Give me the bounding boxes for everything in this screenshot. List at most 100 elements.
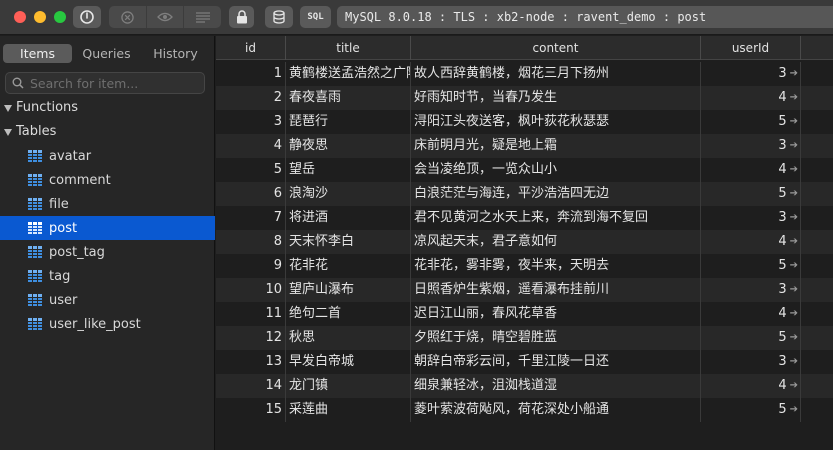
cell-userid[interactable]: 5 ➔	[701, 182, 801, 206]
cell-userid[interactable]: 4 ➔	[701, 158, 801, 182]
tab-history[interactable]: History	[141, 44, 210, 63]
cell-content[interactable]: 菱叶萦波荷飐风，荷花深处小船通	[411, 398, 701, 422]
cell-title[interactable]: 浪淘沙	[286, 182, 411, 206]
connection-status-button[interactable]	[73, 6, 101, 28]
cell-userid[interactable]: 3 ➔	[701, 134, 801, 158]
sidebar-item-post-tag[interactable]: post_tag	[0, 240, 215, 264]
cell-title[interactable]: 静夜思	[286, 134, 411, 158]
cell-id[interactable]: 4	[216, 134, 286, 158]
functions-section[interactable]: Functions	[4, 98, 78, 118]
cell-userid[interactable]: 4 ➔	[701, 302, 801, 326]
foreign-key-arrow-icon[interactable]: ➔	[790, 326, 798, 350]
foreign-key-arrow-icon[interactable]: ➔	[790, 374, 798, 398]
foreign-key-arrow-icon[interactable]: ➔	[790, 62, 798, 86]
table-row[interactable]: 15 采莲曲 菱叶萦波荷飐风，荷花深处小船通 5 ➔	[216, 398, 833, 422]
cell-id[interactable]: 12	[216, 326, 286, 350]
table-row[interactable]: 10 望庐山瀑布 日照香炉生紫烟，遥看瀑布挂前川 3 ➔	[216, 278, 833, 302]
foreign-key-arrow-icon[interactable]: ➔	[790, 278, 798, 302]
foreign-key-arrow-icon[interactable]: ➔	[790, 110, 798, 134]
foreign-key-arrow-icon[interactable]: ➔	[790, 302, 798, 326]
cell-id[interactable]: 14	[216, 374, 286, 398]
cell-content[interactable]: 细泉兼轻冰，沮洳栈道湿	[411, 374, 701, 398]
cell-id[interactable]: 13	[216, 350, 286, 374]
cell-content[interactable]: 床前明月光，疑是地上霜	[411, 134, 701, 158]
cell-id[interactable]: 11	[216, 302, 286, 326]
sidebar-item-user[interactable]: user	[0, 288, 215, 312]
table-row[interactable]: 13 早发白帝城 朝辞白帝彩云间，千里江陵一日还 3 ➔	[216, 350, 833, 374]
tab-queries[interactable]: Queries	[72, 44, 141, 63]
cell-title[interactable]: 绝句二首	[286, 302, 411, 326]
cell-id[interactable]: 9	[216, 254, 286, 278]
cell-id[interactable]: 1	[216, 62, 286, 86]
column-header-title[interactable]: title	[286, 36, 411, 60]
cell-userid[interactable]: 4 ➔	[701, 230, 801, 254]
sidebar-item-tag[interactable]: tag	[0, 264, 215, 288]
cell-title[interactable]: 黄鹤楼送孟浩然之广陵	[286, 62, 411, 86]
foreign-key-arrow-icon[interactable]: ➔	[790, 254, 798, 278]
column-header-id[interactable]: id	[216, 36, 286, 60]
cell-id[interactable]: 15	[216, 398, 286, 422]
foreign-key-arrow-icon[interactable]: ➔	[790, 398, 798, 422]
foreign-key-arrow-icon[interactable]: ➔	[790, 134, 798, 158]
table-row[interactable]: 1 黄鹤楼送孟浩然之广陵 故人西辞黄鹤楼，烟花三月下扬州 3 ➔	[216, 62, 833, 86]
column-header-content[interactable]: content	[411, 36, 701, 60]
table-row[interactable]: 14 龙门镇 细泉兼轻冰，沮洳栈道湿 4 ➔	[216, 374, 833, 398]
table-row[interactable]: 9 花非花 花非花，雾非雾，夜半来，天明去 5 ➔	[216, 254, 833, 278]
cell-content[interactable]: 浔阳江头夜送客，枫叶荻花秋瑟瑟	[411, 110, 701, 134]
sidebar-item-user-like-post[interactable]: user_like_post	[0, 312, 215, 336]
cell-content[interactable]: 故人西辞黄鹤楼，烟花三月下扬州	[411, 62, 701, 86]
minimize-window-button[interactable]	[34, 11, 46, 23]
cell-title[interactable]: 花非花	[286, 254, 411, 278]
close-window-button[interactable]	[14, 11, 26, 23]
cell-title[interactable]: 琵琶行	[286, 110, 411, 134]
cell-userid[interactable]: 5 ➔	[701, 110, 801, 134]
tables-section[interactable]: Tables	[4, 122, 56, 142]
cell-content[interactable]: 日照香炉生紫烟，遥看瀑布挂前川	[411, 278, 701, 302]
zoom-window-button[interactable]	[54, 11, 66, 23]
cell-content[interactable]: 朝辞白帝彩云间，千里江陵一日还	[411, 350, 701, 374]
cell-id[interactable]: 3	[216, 110, 286, 134]
cell-title[interactable]: 秋思	[286, 326, 411, 350]
foreign-key-arrow-icon[interactable]: ➔	[790, 350, 798, 374]
table-row[interactable]: 4 静夜思 床前明月光，疑是地上霜 3 ➔	[216, 134, 833, 158]
cell-content[interactable]: 花非花，雾非雾，夜半来，天明去	[411, 254, 701, 278]
discard-changes-button[interactable]	[109, 6, 147, 28]
sidebar-item-file[interactable]: file	[0, 192, 215, 216]
cell-title[interactable]: 望岳	[286, 158, 411, 182]
cell-content[interactable]: 凉风起天末，君子意如何	[411, 230, 701, 254]
table-row[interactable]: 11 绝句二首 迟日江山丽，春风花草香 4 ➔	[216, 302, 833, 326]
cell-title[interactable]: 天末怀李白	[286, 230, 411, 254]
table-row[interactable]: 7 将进酒 君不见黄河之水天上来，奔流到海不复回 3 ➔	[216, 206, 833, 230]
foreign-key-arrow-icon[interactable]: ➔	[790, 158, 798, 182]
cell-userid[interactable]: 3 ➔	[701, 350, 801, 374]
cell-content[interactable]: 夕照红于烧，晴空碧胜蓝	[411, 326, 701, 350]
cell-content[interactable]: 白浪茫茫与海连，平沙浩浩四无边	[411, 182, 701, 206]
cell-id[interactable]: 8	[216, 230, 286, 254]
cell-userid[interactable]: 4 ➔	[701, 86, 801, 110]
table-row[interactable]: 12 秋思 夕照红于烧，晴空碧胜蓝 5 ➔	[216, 326, 833, 350]
cell-content[interactable]: 好雨知时节，当春乃发生	[411, 86, 701, 110]
sidebar-item-post[interactable]: post	[0, 216, 215, 240]
commit-changes-button[interactable]	[184, 6, 221, 28]
cell-title[interactable]: 龙门镇	[286, 374, 411, 398]
table-row[interactable]: 5 望岳 会当凌绝顶，一览众山小 4 ➔	[216, 158, 833, 182]
cell-title[interactable]: 春夜喜雨	[286, 86, 411, 110]
cell-id[interactable]: 2	[216, 86, 286, 110]
search-input[interactable]	[30, 75, 200, 91]
preview-changes-button[interactable]	[147, 6, 185, 28]
table-row[interactable]: 3 琵琶行 浔阳江头夜送客，枫叶荻花秋瑟瑟 5 ➔	[216, 110, 833, 134]
sql-query-button[interactable]: SQL	[300, 6, 331, 28]
cell-id[interactable]: 5	[216, 158, 286, 182]
sidebar-item-comment[interactable]: comment	[0, 168, 215, 192]
table-row[interactable]: 6 浪淘沙 白浪茫茫与海连，平沙浩浩四无边 5 ➔	[216, 182, 833, 206]
table-row[interactable]: 2 春夜喜雨 好雨知时节，当春乃发生 4 ➔	[216, 86, 833, 110]
table-row[interactable]: 8 天末怀李白 凉风起天末，君子意如何 4 ➔	[216, 230, 833, 254]
sidebar-item-avatar[interactable]: avatar	[0, 144, 215, 168]
cell-userid[interactable]: 5 ➔	[701, 254, 801, 278]
cell-id[interactable]: 10	[216, 278, 286, 302]
foreign-key-arrow-icon[interactable]: ➔	[790, 182, 798, 206]
cell-userid[interactable]: 5 ➔	[701, 398, 801, 422]
cell-id[interactable]: 6	[216, 182, 286, 206]
foreign-key-arrow-icon[interactable]: ➔	[790, 230, 798, 254]
cell-userid[interactable]: 3 ➔	[701, 278, 801, 302]
